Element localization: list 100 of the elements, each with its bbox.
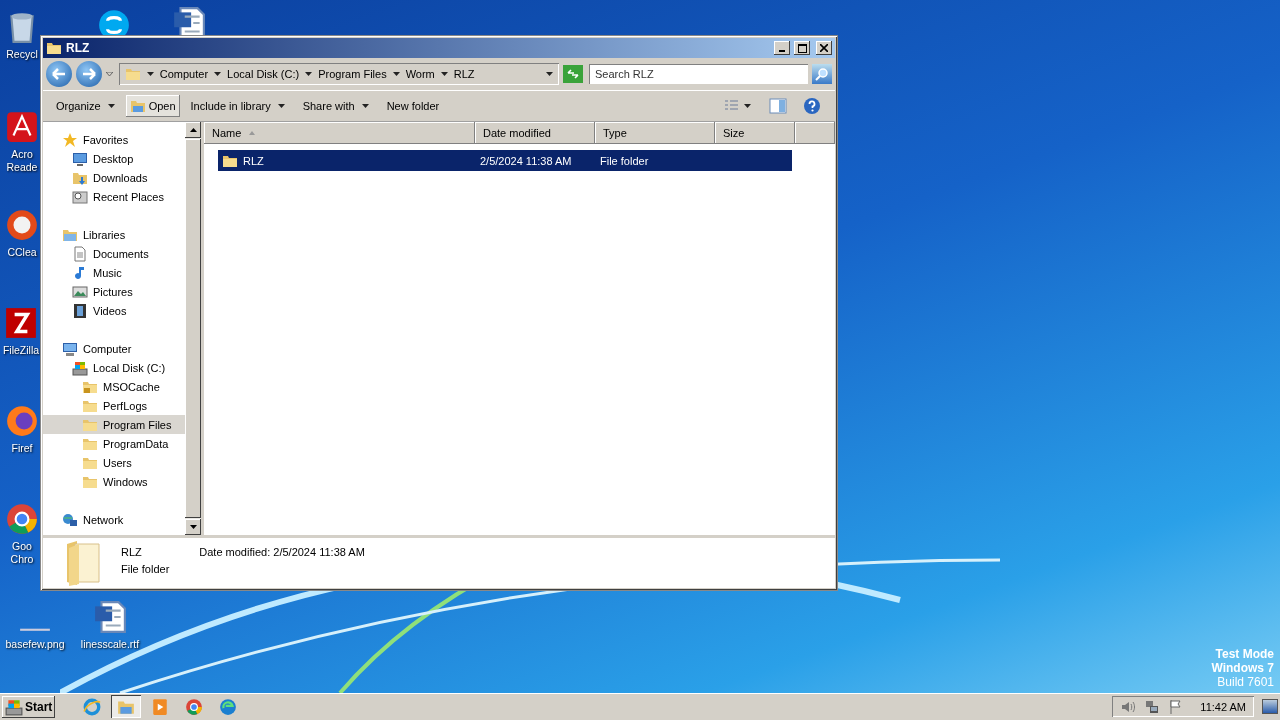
navigation-item[interactable]: Libraries	[43, 225, 185, 244]
back-button[interactable]	[46, 61, 72, 87]
navigation-item[interactable]: Downloads	[43, 168, 185, 187]
search-field[interactable]: Search RLZ	[588, 64, 809, 84]
chrome-icon[interactable]	[5, 502, 39, 536]
navigation-item[interactable]: Favorites	[43, 130, 185, 149]
icon-label: Recycl	[6, 48, 38, 61]
column-header[interactable]: Name	[204, 122, 475, 144]
media-player-icon	[151, 697, 170, 716]
dropdown-arrow-icon[interactable]	[214, 72, 222, 76]
file-name: RLZ	[121, 546, 143, 558]
watermark-text: Build 7601	[1217, 675, 1274, 689]
icon-label: Acro Reade	[6, 148, 38, 174]
dropdown-arrow-icon[interactable]	[744, 104, 751, 108]
left-arrow-icon	[51, 68, 66, 80]
maximize-icon	[797, 43, 807, 53]
table-cell: RLZ	[243, 154, 264, 167]
refresh-button[interactable]	[563, 65, 583, 83]
dropdown-arrow-icon[interactable]	[392, 72, 400, 76]
navigation-item[interactable]: Pictures	[43, 282, 185, 301]
toolbar-menu[interactable]: Share with	[295, 95, 376, 117]
scroll-up-icon[interactable]	[189, 128, 197, 132]
table-cell: 2/5/2024 11:38 AM	[480, 154, 572, 167]
navigation-item[interactable]: ProgramData	[43, 434, 185, 453]
navigation-item[interactable]: Videos	[43, 301, 185, 320]
help-icon[interactable]	[803, 97, 821, 115]
scroll-down-icon[interactable]	[189, 525, 197, 529]
clock[interactable]: 11:42 AM	[1200, 700, 1246, 713]
table-cell: File folder	[600, 154, 649, 167]
windows-logo-icon	[5, 697, 23, 716]
network-icon[interactable]	[1144, 698, 1161, 715]
file-row[interactable]: RLZ 2/5/2024 11:38 AM File folder	[218, 150, 792, 171]
icon-label: basefew.png	[5, 638, 65, 651]
toolbar-menu[interactable]: Include in library	[183, 95, 292, 117]
breadcrumb-item[interactable]: Local Disk (C:)	[227, 68, 300, 80]
scrollbar[interactable]	[185, 122, 201, 535]
internet-explorer-icon	[83, 697, 102, 716]
caret-icon	[277, 104, 285, 108]
breadcrumb-item[interactable]: Program Files	[318, 68, 387, 80]
toolbar-button[interactable]: Open	[125, 95, 180, 117]
star-icon	[62, 131, 78, 148]
breadcrumb-item[interactable]: Computer	[159, 68, 209, 80]
watermark-text: Test Mode	[1215, 647, 1274, 661]
close-button[interactable]	[816, 41, 832, 55]
close-icon	[820, 44, 828, 52]
filezilla-icon[interactable]	[4, 306, 38, 340]
icon-label: linesscale.rtf	[80, 638, 140, 651]
column-header[interactable]: Type	[595, 122, 715, 144]
navigation-item[interactable]: Documents	[43, 244, 185, 263]
icon-label: FileZilla	[2, 344, 40, 357]
document-icon	[72, 245, 88, 262]
folder-icon	[46, 40, 62, 56]
navigation-item[interactable]: Recent Places	[43, 187, 185, 206]
address-bar[interactable]: Computer Local Disk (C:) Program Files Worm RLZ	[118, 63, 559, 85]
recent-places-icon	[72, 188, 88, 205]
caret-icon	[361, 104, 369, 108]
toolbar-button[interactable]: New folder	[379, 95, 447, 117]
navigation-item[interactable]: Network	[43, 510, 185, 529]
navigation-item[interactable]: Computer	[43, 339, 185, 358]
chrome-icon	[185, 697, 204, 716]
dropdown-arrow-icon[interactable]	[305, 72, 313, 76]
navigation-item[interactable]: MSOCache	[43, 377, 185, 396]
breadcrumb-item[interactable]: Worm	[405, 68, 435, 80]
open-folder-icon	[129, 98, 146, 114]
navigation-item[interactable]: Music	[43, 263, 185, 282]
start-button[interactable]: Start	[2, 695, 56, 718]
firefox-icon[interactable]	[5, 404, 39, 438]
edge-icon	[219, 697, 238, 716]
navigation-item[interactable]: Program Files	[43, 415, 185, 434]
word-document-icon[interactable]	[93, 600, 127, 634]
navigation-item[interactable]: Local Disk (C:)	[43, 358, 185, 377]
show-desktop-button[interactable]	[1262, 699, 1278, 714]
icon-label: Firef	[11, 442, 33, 455]
pdf-reader-icon[interactable]	[5, 110, 39, 144]
network-icon	[62, 511, 78, 528]
icon-label: CClea	[7, 246, 37, 259]
maximize-button[interactable]	[794, 41, 810, 55]
dropdown-arrow-icon[interactable]	[546, 72, 553, 76]
skype-icon[interactable]	[97, 8, 131, 35]
forward-button[interactable]	[75, 61, 102, 87]
minimize-button[interactable]	[774, 41, 790, 55]
computer-icon	[62, 340, 78, 357]
dropdown-arrow-icon[interactable]	[146, 72, 154, 76]
search-button[interactable]	[812, 64, 832, 84]
dropdown-arrow-icon[interactable]	[440, 72, 448, 76]
file-type: File folder	[121, 563, 170, 575]
column-header[interactable]: Size	[715, 122, 795, 144]
toolbar-menu[interactable]: Organize	[49, 95, 122, 117]
navigation-item[interactable]: Windows	[43, 472, 185, 491]
breadcrumb-item[interactable]: RLZ	[453, 68, 475, 80]
navigation-item[interactable]: Desktop	[43, 149, 185, 168]
navigation-item[interactable]: PerfLogs	[43, 396, 185, 415]
watermark-text: Windows 7	[1211, 661, 1274, 675]
word-document-icon[interactable]	[172, 6, 206, 35]
column-header[interactable]: Date modified	[475, 122, 595, 144]
navigation-item[interactable]: Users	[43, 453, 185, 472]
taskbar-button[interactable]	[111, 695, 142, 718]
folder-icon	[65, 540, 101, 586]
film-icon	[72, 302, 88, 319]
broom-icon[interactable]	[5, 208, 39, 242]
